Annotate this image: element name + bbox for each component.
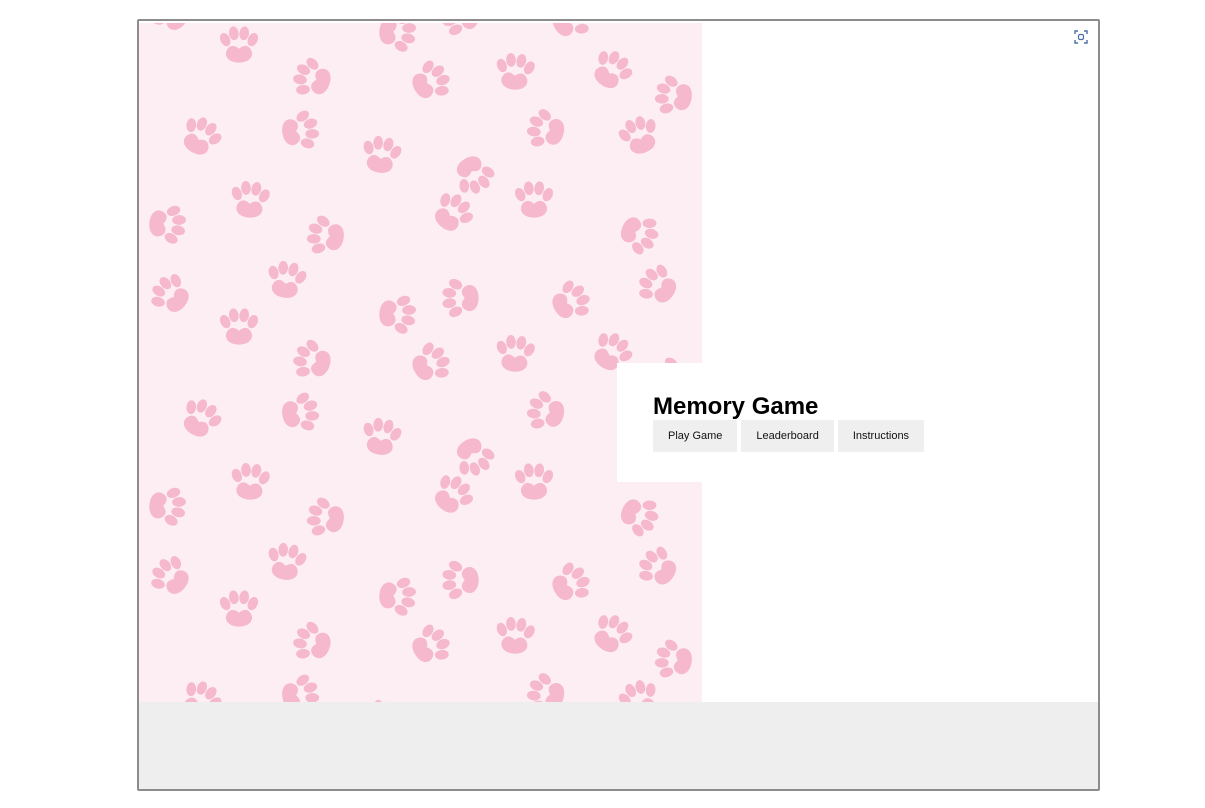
- paw-print-icon: [227, 461, 273, 502]
- paw-print-icon: [147, 201, 188, 247]
- paw-print-icon: [287, 52, 337, 105]
- paw-print-icon: [278, 670, 323, 702]
- fullscreen-icon: [1074, 30, 1088, 44]
- paw-print-icon: [142, 266, 199, 323]
- paw-print-icon: [441, 558, 479, 602]
- paw-print-icon: [651, 71, 696, 120]
- paw-print-icon: [584, 42, 640, 97]
- fullscreen-button[interactable]: [1073, 29, 1089, 45]
- paw-print-icon: [544, 273, 598, 329]
- paw-print-icon: [446, 148, 502, 202]
- paw-print-icon: [142, 548, 199, 605]
- paw-print-icon: [278, 388, 323, 437]
- paw-print-icon: [142, 23, 199, 41]
- paw-print-icon: [217, 307, 261, 345]
- menu-button-group: Play Game Leaderboard Instructions: [653, 420, 925, 452]
- paw-print-icon: [441, 276, 479, 320]
- paw-print-icon: [512, 462, 556, 500]
- paw-print-icon: [357, 414, 406, 459]
- paw-print-icon: [630, 257, 685, 313]
- paw-print-icon: [217, 589, 261, 627]
- paw-print-icon: [512, 180, 556, 218]
- paw-print-icon: [404, 617, 458, 673]
- paw-print-icon: [173, 391, 229, 445]
- paw-print-icon: [262, 257, 311, 302]
- game-title: Memory Game: [653, 393, 819, 420]
- leaderboard-button[interactable]: Leaderboard: [741, 420, 834, 452]
- play-game-button[interactable]: Play Game: [653, 420, 738, 452]
- paw-print-icon: [613, 110, 666, 160]
- paw-print-icon: [377, 291, 418, 337]
- paw-print-icon: [303, 493, 348, 542]
- paw-print-icon: [147, 483, 188, 529]
- paw-print-icon: [287, 616, 337, 669]
- paw-print-icon: [357, 132, 406, 177]
- paw-print-icon: [404, 335, 458, 391]
- paw-print-icon: [522, 386, 569, 437]
- paw-print-icon: [492, 615, 538, 656]
- paw-print-icon: [584, 606, 640, 661]
- paw-print-icon: [278, 106, 323, 155]
- paw-print-icon: [544, 23, 598, 47]
- paw-print-icon: [630, 23, 685, 31]
- paw-print-icon: [522, 104, 569, 155]
- paw-print-icon: [404, 53, 458, 109]
- paw-print-icon: [613, 488, 666, 543]
- paw-print-icon: [303, 211, 348, 260]
- paw-print-icon: [424, 466, 481, 523]
- paw-print-icon: [424, 184, 481, 241]
- game-frame: Memory Game Play Game Leaderboard Instru…: [137, 19, 1100, 791]
- paw-print-icon: [630, 539, 685, 595]
- instructions-button[interactable]: Instructions: [837, 420, 925, 452]
- main-menu: Memory Game Play Game Leaderboard Instru…: [617, 363, 925, 482]
- bottom-bar: [139, 702, 1098, 789]
- paw-print-icon: [613, 206, 666, 261]
- paw-print-icon: [651, 635, 696, 684]
- paw-print-icon: [522, 668, 569, 702]
- paw-print-icon: [446, 430, 502, 484]
- paw-print-icon: [492, 51, 538, 92]
- paw-print-icon: [173, 673, 229, 702]
- paw-print-icon: [287, 334, 337, 387]
- paw-print-icon: [377, 573, 418, 619]
- paw-print-icon: [227, 179, 273, 220]
- paw-print-icon: [262, 539, 311, 584]
- paw-print-icon: [492, 333, 538, 374]
- paw-print-icon: [441, 23, 479, 38]
- paw-print-icon: [544, 555, 598, 611]
- paw-print-icon: [217, 25, 261, 63]
- paw-print-icon: [173, 109, 229, 163]
- paw-print-icon: [377, 23, 418, 55]
- paw-print-icon: [613, 674, 666, 702]
